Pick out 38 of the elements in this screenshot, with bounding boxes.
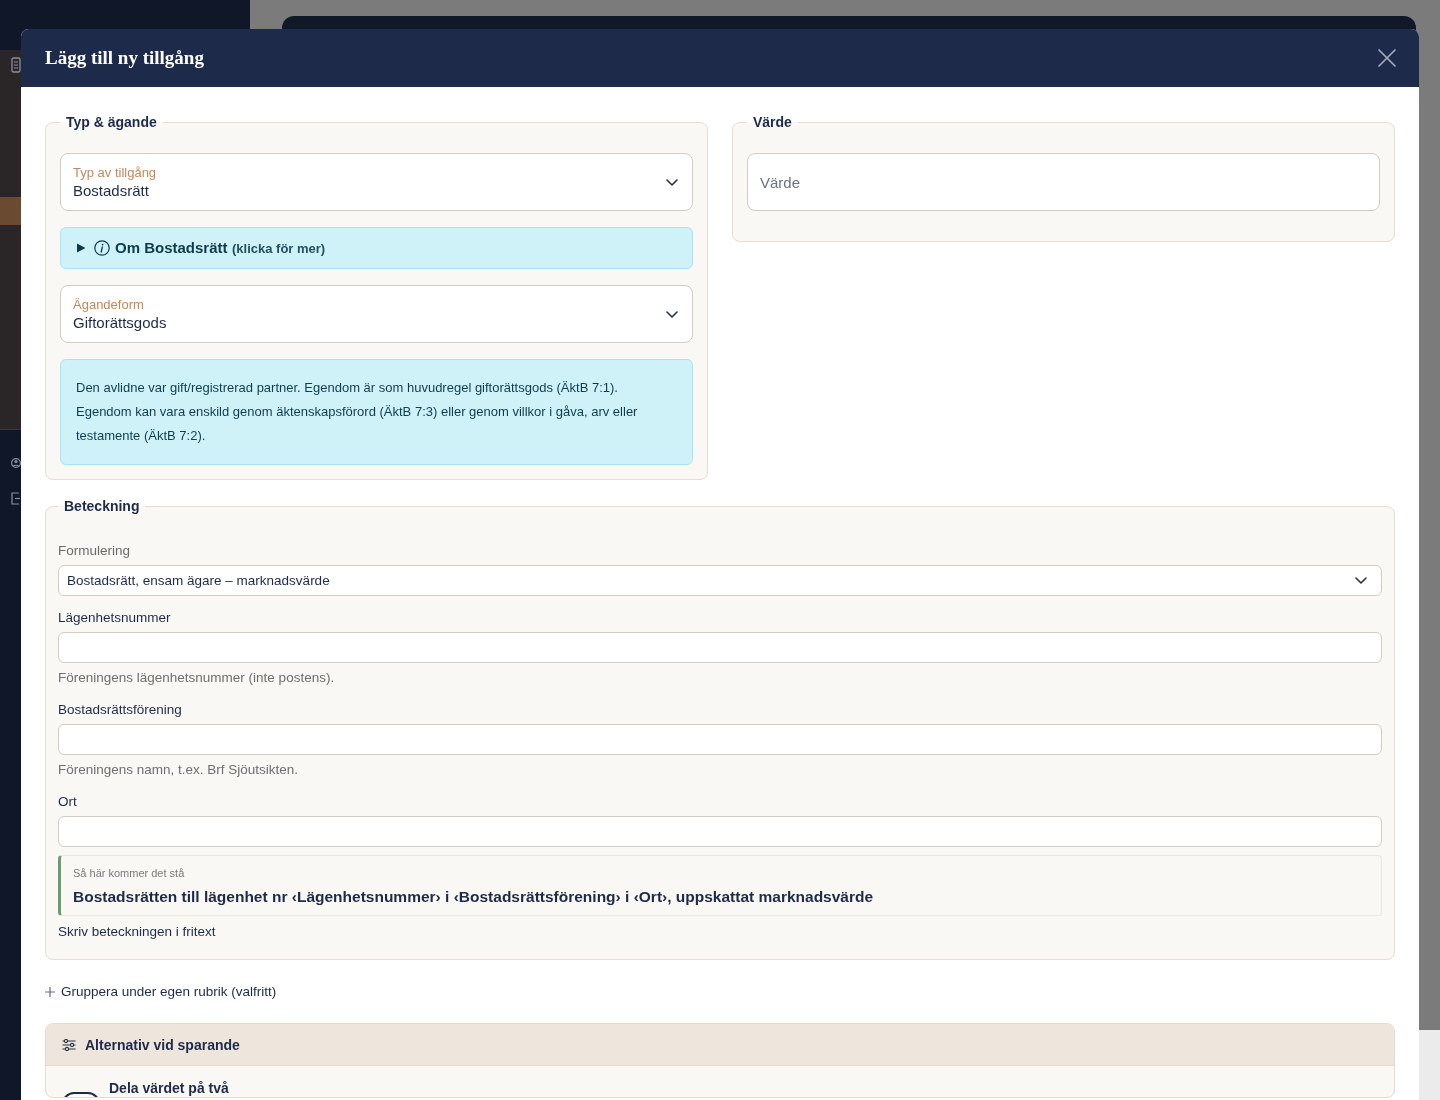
option-label: Dela värdet på två — [109, 1080, 229, 1097]
field-label: Ägandeform — [73, 296, 144, 313]
field-label: Bostadsrättsförening — [58, 701, 182, 718]
field-label: Formulering — [58, 542, 131, 559]
about-disclosure[interactable]: Om Bostadsrätt (klicka för mer) — [60, 227, 693, 269]
document-icon — [11, 57, 21, 73]
section-legend: Beteckning — [58, 498, 146, 514]
user-icon — [11, 456, 21, 470]
field-hint: Föreningens lägenhetsnummer (inte postens). — [58, 669, 335, 686]
text-input[interactable] — [58, 724, 1382, 755]
field-label: Typ av tillgång — [73, 164, 157, 181]
chevron-down-icon — [666, 178, 678, 186]
preview-caption: Så här kommer det stå — [73, 866, 185, 880]
section-legend: Värde — [747, 114, 798, 130]
close-button[interactable] — [1376, 47, 1398, 69]
info-note: Den avlidne var gift/registrerad partner. Egendom är som huvudregel giftorättsgods (ÄktB 7:1). Egendom kan vara enskild genom äktenskapsförord (ÄktB 7:3) eller genom villkor i gåva, arv eller testamente (ÄktB 7:2). — [60, 359, 693, 465]
text-input[interactable] — [58, 632, 1382, 663]
sliders-icon — [62, 1038, 76, 1051]
plus-icon — [45, 986, 55, 997]
dialog-title: Lägg till ny tillgång — [45, 46, 204, 70]
save-options-title: Alternativ vid sparande — [85, 1036, 240, 1053]
close-icon — [1378, 49, 1396, 67]
value-input[interactable]: Värde — [747, 153, 1380, 211]
asset-type-select[interactable]: Typ av tillgång Bostadsrätt — [60, 153, 693, 211]
chevron-down-icon — [666, 310, 678, 318]
field-label: Ort — [58, 793, 77, 810]
text-input[interactable] — [58, 816, 1382, 847]
group-heading-button[interactable]: Gruppera under egen rubrik (valfritt) — [45, 983, 277, 1000]
preview-text: Bostadsrätten till lägenhet nr ‹Lägenhetsnummer› i ‹Bostadsrättsförening› i ‹Ort›, uppskattat marknadsvärde — [73, 887, 874, 906]
freetext-link[interactable]: Skriv beteckningen i fritext — [58, 923, 216, 940]
chevron-down-icon — [1355, 577, 1367, 584]
info-icon — [94, 240, 110, 256]
field-hint: Föreningens namn, t.ex. Brf Sjöutsikten. — [58, 761, 299, 778]
section-legend: Typ & ägande — [60, 114, 163, 130]
field-label: Lägenhetsnummer — [58, 609, 171, 626]
exit-icon — [11, 492, 20, 505]
ownership-select[interactable]: Ägandeform Giftorättsgods — [60, 285, 693, 343]
wording-select[interactable]: Bostadsrätt, ensam ägare – marknadsvärde — [58, 565, 1382, 596]
